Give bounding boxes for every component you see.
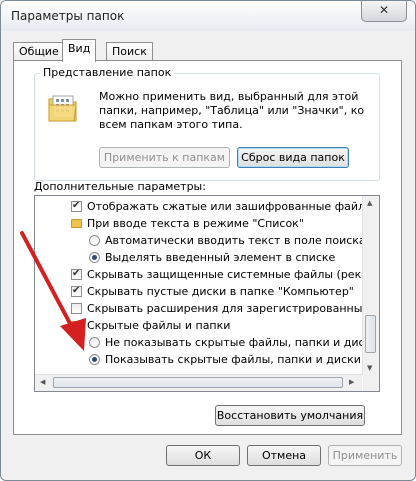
scroll-down-icon[interactable]: ▼ (367, 364, 372, 372)
tree-item-label: Автоматически вводить текст в поле поиск… (105, 234, 366, 247)
folder-icon (71, 321, 82, 330)
folder-options-dialog: Параметры папок ✕ Общие Вид Поиск Предст… (0, 0, 416, 481)
title-bar: Параметры папок ✕ (1, 1, 415, 31)
tab-view[interactable]: Вид (62, 39, 97, 62)
horizontal-scroll-thumb[interactable] (53, 377, 343, 388)
reset-folders-button[interactable]: Сброс вида папок (237, 147, 349, 168)
horizontal-scrollbar[interactable]: ◀ ▶ (35, 374, 362, 391)
tree-item-label: Скрывать пустые диски в папке "Компьютер… (87, 285, 354, 298)
window-title: Параметры папок (11, 9, 125, 23)
ok-button[interactable]: ОК (166, 445, 240, 466)
folder-view-icon (48, 95, 77, 122)
checkbox[interactable] (71, 303, 82, 314)
restore-defaults-button[interactable]: Восстановить умолчания (215, 405, 365, 426)
tree-item-label: Отображать сжатые или зашифрованные файл… (87, 200, 380, 213)
checkbox[interactable] (71, 283, 82, 299)
vertical-scrollbar[interactable]: ▲ ▼ (362, 196, 379, 375)
folder-icon (71, 219, 82, 228)
folder-view-description: Можно применить вид, выбранный для этой … (99, 90, 365, 131)
cancel-button[interactable]: Отмена (247, 445, 321, 466)
tree-item-label: Скрытые файлы и папки (87, 319, 231, 332)
tree-item-label: Выделять введенный элемент в списке (105, 251, 336, 264)
tree-item-label: Не показывать скрытые файлы, папки и дис… (105, 336, 379, 349)
vertical-scroll-thumb[interactable] (365, 315, 376, 353)
apply-to-folders-button[interactable]: Применить к папкам (99, 147, 230, 168)
radio-button[interactable] (89, 337, 100, 348)
view-tab-panel: Представление папок Можно применить вид,… (13, 60, 402, 435)
tree-item-label: Скрывать защищенные системные файлы (рек… (87, 268, 380, 281)
tree-item-label: Скрывать расширения для зарегистрированн… (87, 302, 379, 315)
scroll-up-icon[interactable]: ▲ (367, 199, 372, 207)
scroll-right-icon[interactable]: ▶ (349, 378, 354, 386)
close-button[interactable]: ✕ (361, 1, 407, 22)
folder-view-legend: Представление папок (41, 66, 174, 79)
apply-button[interactable]: Применить (328, 445, 402, 466)
tree-item-label: Показывать скрытые файлы, папки и диски (105, 353, 361, 366)
radio-button[interactable] (89, 235, 100, 246)
checkbox[interactable] (71, 198, 82, 214)
tree-item-label: При вводе текста в режиме "Список" (87, 217, 304, 230)
scroll-left-icon[interactable]: ◀ (40, 378, 45, 386)
folder-view-group: Представление папок Можно применить вид,… (34, 66, 380, 181)
advanced-settings-tree[interactable]: Отображать сжатые или зашифрованные файл… (34, 195, 380, 392)
advanced-settings-label: Дополнительные параметры: (34, 180, 206, 193)
tab-general[interactable]: Общие (13, 42, 65, 61)
radio-button[interactable] (89, 252, 100, 263)
close-icon: ✕ (378, 3, 390, 17)
radio-button[interactable] (89, 354, 100, 365)
scroll-corner (363, 375, 379, 391)
tab-search[interactable]: Поиск (106, 42, 153, 61)
checkbox[interactable] (71, 266, 82, 282)
